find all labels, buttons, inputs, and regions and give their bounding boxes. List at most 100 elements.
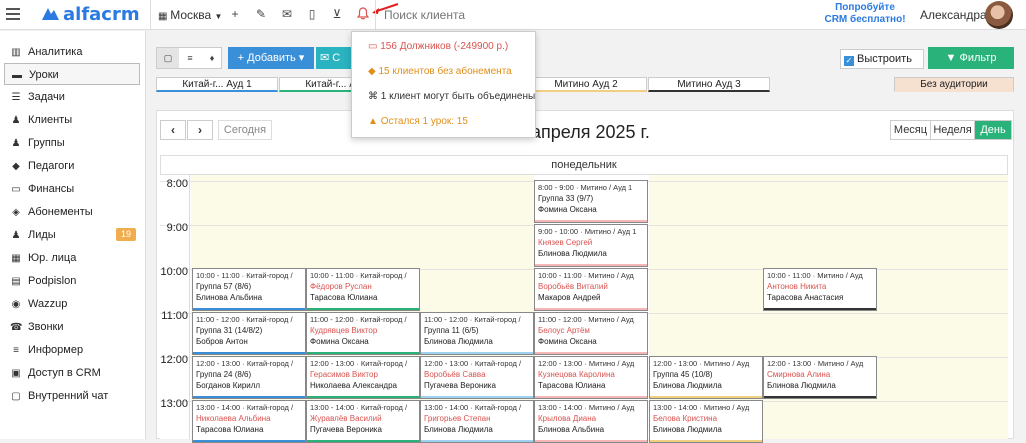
- sidebar-item[interactable]: ♟ Клиенты: [4, 109, 140, 131]
- lesson-card[interactable]: 13:00 - 14:00 · Китай-город / Николаева А…: [192, 400, 306, 443]
- lesson-time: 13:00 - 14:00 · Китай-город /: [310, 403, 408, 412]
- hour-label: 11:00: [161, 310, 188, 322]
- lesson-card[interactable]: 10:00 - 11:00 · Китай-город / Фёдоров Рус…: [306, 268, 420, 311]
- sidebar-item[interactable]: ▦ Юр. лица: [4, 247, 140, 269]
- lesson-card[interactable]: 9:00 - 10:00 · Митино / Ауд 1 Князев Серг…: [534, 224, 648, 267]
- lesson-card[interactable]: 8:00 - 9:00 · Митино / Ауд 1 Группа 33 (9…: [534, 180, 648, 223]
- add-button[interactable]: + Добавить ▾: [228, 47, 314, 69]
- sidebar-item-label: Задачи: [28, 91, 65, 103]
- send-button[interactable]: ✉ С: [316, 47, 352, 69]
- sidebar-item[interactable]: ▥ Аналитика: [4, 41, 140, 63]
- lesson-client: Николаева Альбина: [196, 414, 271, 423]
- cart-icon[interactable]: ⊻: [330, 7, 344, 21]
- avatar[interactable]: [985, 1, 1013, 29]
- calendar-grid: 8:00 9:00 10:00 11:00 12:00 13:00 8:00 - 9:00…: [160, 175, 1008, 443]
- divider: [150, 0, 151, 30]
- whatsapp-icon: ◉: [11, 299, 21, 310]
- lesson-card[interactable]: 11:00 - 12:00 · Китай-город / Кудрявцев В…: [306, 312, 420, 355]
- room-color-bar: [307, 396, 419, 398]
- sidebar-item[interactable]: ▤ Podpislon: [4, 270, 140, 292]
- sidebar-item[interactable]: ☰ Задачи: [4, 86, 140, 108]
- lesson-card[interactable]: 13:00 - 14:00 · Китай-город / Журавлёв Ва…: [306, 400, 420, 443]
- lesson-card[interactable]: 11:00 - 12:00 · Митино / Ауд Белоус Артём…: [534, 312, 648, 355]
- lesson-card[interactable]: 10:00 - 11:00 · Митино / Ауд Воробьёв Вит…: [534, 268, 648, 311]
- merge-item[interactable]: ⌘ 1 клиент могут быть объединены: [368, 91, 535, 102]
- next-button[interactable]: ›: [187, 120, 213, 140]
- lesson-card[interactable]: 12:00 - 13:00 · Митино / Ауд Кузнецова Ка…: [534, 356, 648, 399]
- view-calendar-icon[interactable]: ▢: [157, 48, 179, 68]
- room-color-bar: [764, 308, 876, 310]
- sidebar-item[interactable]: ♟ Группы: [4, 132, 140, 154]
- lesson-card[interactable]: 12:00 - 13:00 · Митино / Ауд Группа 45 (1…: [649, 356, 763, 399]
- lesson-card[interactable]: 13:00 - 14:00 · Китай-город / Григорьев С…: [420, 400, 534, 443]
- sidebar-item[interactable]: ☎ Звонки: [4, 316, 140, 338]
- lesson-card[interactable]: 13:00 - 14:00 · Митино / Ауд Белова Крист…: [649, 400, 763, 443]
- sidebar-item[interactable]: ♟ Лиды 19: [4, 224, 140, 246]
- user-name[interactable]: Александра: [920, 8, 987, 22]
- mobile-icon[interactable]: ▯: [305, 7, 319, 21]
- client-search-input[interactable]: [384, 6, 584, 24]
- no-subscription-item[interactable]: ◆ 15 клиентов без абонемента: [368, 66, 512, 77]
- lock-icon: ▣: [11, 368, 21, 379]
- sidebar-item[interactable]: ▢ Внутренний чат: [4, 385, 140, 407]
- sidebar-item[interactable]: ▭ Финансы: [4, 178, 140, 200]
- logo[interactable]: alfacrm: [40, 4, 140, 25]
- view-cap-icon[interactable]: ♦: [201, 48, 223, 68]
- sidebar-item[interactable]: ≡ Информер: [4, 339, 140, 361]
- merge-label: 1 клиент могут быть объединены: [380, 91, 536, 102]
- lesson-teacher: Фомина Оксана: [310, 337, 369, 346]
- room-color-bar: [193, 308, 305, 310]
- lesson-teacher: Пугачева Вероника: [310, 425, 382, 434]
- room-tab[interactable]: Без аудитории: [894, 77, 1014, 92]
- today-button[interactable]: Сегодня: [218, 120, 272, 140]
- promo-line1: Попробуйте: [835, 2, 895, 13]
- plus-icon[interactable]: +: [228, 7, 242, 21]
- lesson-card[interactable]: 12:00 - 13:00 · Митино / Ауд Смирнова Али…: [763, 356, 877, 399]
- one-lesson-item[interactable]: ▲ Остался 1 урок: 15: [368, 116, 468, 127]
- lesson-card[interactable]: 12:00 - 13:00 · Китай-город / Герасимов В…: [306, 356, 420, 399]
- arrange-checkbox[interactable]: ✓ Выстроить: [840, 49, 924, 69]
- lesson-teacher: Фомина Оксана: [538, 205, 597, 214]
- range-week-button[interactable]: Неделя: [931, 121, 975, 139]
- sidebar-item[interactable]: ◉ Wazzup: [4, 293, 140, 315]
- lesson-teacher: Тарасова Юлиана: [310, 293, 378, 302]
- room-tab[interactable]: Митино Ауд 2: [525, 77, 647, 92]
- room-tab[interactable]: Китай-г... Ауд 1: [156, 77, 278, 92]
- filter-button[interactable]: ▼ Фильтр: [928, 47, 1014, 69]
- sidebar-item[interactable]: ◈ Абонементы: [4, 201, 140, 223]
- mail-icon[interactable]: ✉: [280, 7, 294, 21]
- view-list-icon[interactable]: ≡: [179, 48, 201, 68]
- lesson-card[interactable]: 10:00 - 11:00 · Митино / Ауд Антонов Ники…: [763, 268, 877, 311]
- lesson-teacher: Пугачева Вероника: [424, 381, 496, 390]
- room-tab[interactable]: Митино Ауд 3: [648, 77, 770, 92]
- city-select[interactable]: ▦ Москва ▼: [158, 8, 222, 22]
- lesson-card[interactable]: 12:00 - 13:00 · Китай-город / Воробьёв Са…: [420, 356, 534, 399]
- lesson-teacher: Блинова Людмила: [767, 381, 836, 390]
- lesson-card[interactable]: 11:00 - 12:00 · Китай-город / Группа 31 (…: [192, 312, 306, 355]
- wrench-icon[interactable]: ✎: [254, 7, 268, 21]
- menu-icon[interactable]: [6, 8, 20, 20]
- promo-link[interactable]: Попробуйте CRM бесплатно!: [820, 2, 910, 26]
- sidebar-item-label: Лиды: [28, 229, 56, 241]
- merge-icon: ⌘: [368, 91, 381, 102]
- debtors-item[interactable]: ▭ 156 Должников (-249900 р.): [368, 41, 508, 52]
- sidebar-item[interactable]: ◆ Педагоги: [4, 155, 140, 177]
- room-color-bar: [535, 264, 647, 266]
- lesson-client: Крылова Диана: [538, 414, 597, 423]
- range-day-button[interactable]: День: [975, 121, 1011, 139]
- lesson-time: 10:00 - 11:00 · Митино / Ауд: [767, 271, 863, 280]
- hour-label: 10:00: [160, 266, 188, 278]
- range-month-button[interactable]: Месяц: [891, 121, 931, 139]
- prev-button[interactable]: ‹: [160, 120, 186, 140]
- lesson-time: 11:00 - 12:00 · Китай-город /: [424, 315, 521, 324]
- lesson-card[interactable]: 13:00 - 14:00 · Митино / Ауд Крылова Диан…: [534, 400, 648, 443]
- free-slot-area[interactable]: [877, 175, 1008, 439]
- money-icon: ▭: [11, 184, 21, 195]
- sidebar-item[interactable]: ▣ Доступ в CRM: [4, 362, 140, 384]
- logo-mark-icon: [42, 8, 59, 20]
- lesson-card[interactable]: 10:00 - 11:00 · Китай-город / Группа 57 (…: [192, 268, 306, 311]
- sidebar-item[interactable]: ▬ Уроки: [4, 63, 140, 85]
- bell-icon[interactable]: [356, 7, 370, 21]
- lesson-card[interactable]: 12:00 - 13:00 · Китай-город / Группа 24 (…: [192, 356, 306, 399]
- lesson-card[interactable]: 11:00 - 12:00 · Китай-город / Группа 11 (…: [420, 312, 534, 355]
